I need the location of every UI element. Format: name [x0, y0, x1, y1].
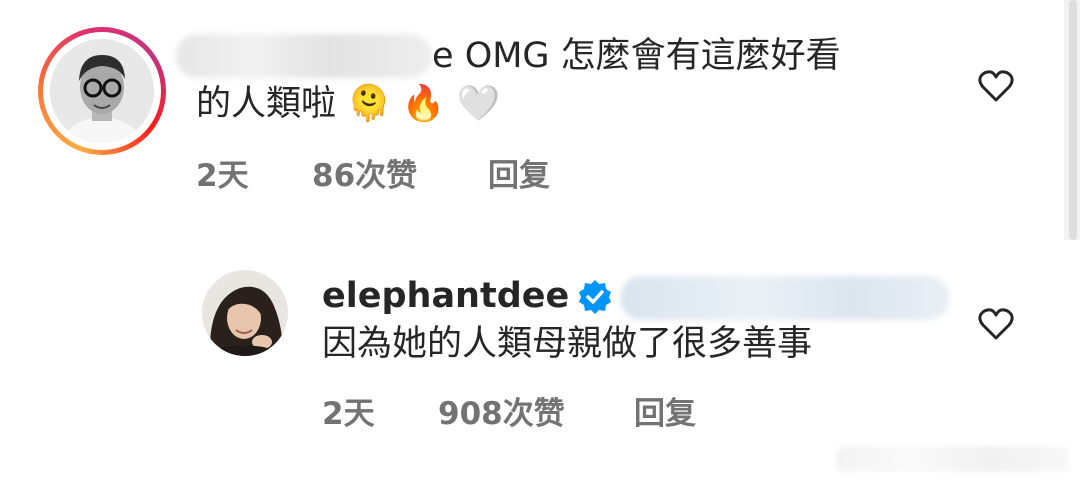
fire-emoji: 🔥 [401, 84, 446, 124]
avatar[interactable] [202, 270, 288, 356]
username-suffix: e [432, 36, 454, 76]
heart-outline-icon[interactable] [977, 68, 1015, 104]
heart-outline-icon[interactable] [977, 306, 1015, 342]
avatar[interactable] [50, 39, 154, 143]
reply-button[interactable]: 回复 [488, 150, 550, 195]
like-count[interactable]: 908次赞 [438, 388, 565, 433]
like-count[interactable]: 86次赞 [312, 150, 417, 195]
man-with-glasses-avatar-icon [50, 39, 154, 143]
melting-face-emoji: 🫠 [347, 84, 391, 124]
verified-badge-icon [579, 280, 611, 314]
comment-text: OMG 怎麼會有這麼好看 [464, 36, 841, 76]
comment-time: 2天 [322, 396, 375, 432]
username[interactable]: elephantdee [322, 276, 569, 316]
reply-comment-text: 因為她的人類母親做了很多善事 [322, 324, 813, 364]
blurred-mention[interactable] [620, 276, 950, 320]
blurred-watermark [836, 446, 1068, 472]
comment-text-line-2: 的人類啦 🫠 🔥 🤍 [196, 82, 500, 126]
scrollbar-thumb[interactable] [1069, 0, 1077, 240]
blurred-username[interactable] [176, 34, 432, 78]
comment-time: 2天 [196, 158, 249, 194]
comment-text-continued: 的人類啦 [196, 84, 337, 124]
reply-button[interactable]: 回复 [634, 388, 696, 433]
comment-text-line-1: e OMG 怎麼會有這麼好看 [432, 34, 841, 78]
white-heart-emoji: 🤍 [456, 84, 501, 124]
woman-avatar-icon [202, 270, 288, 356]
